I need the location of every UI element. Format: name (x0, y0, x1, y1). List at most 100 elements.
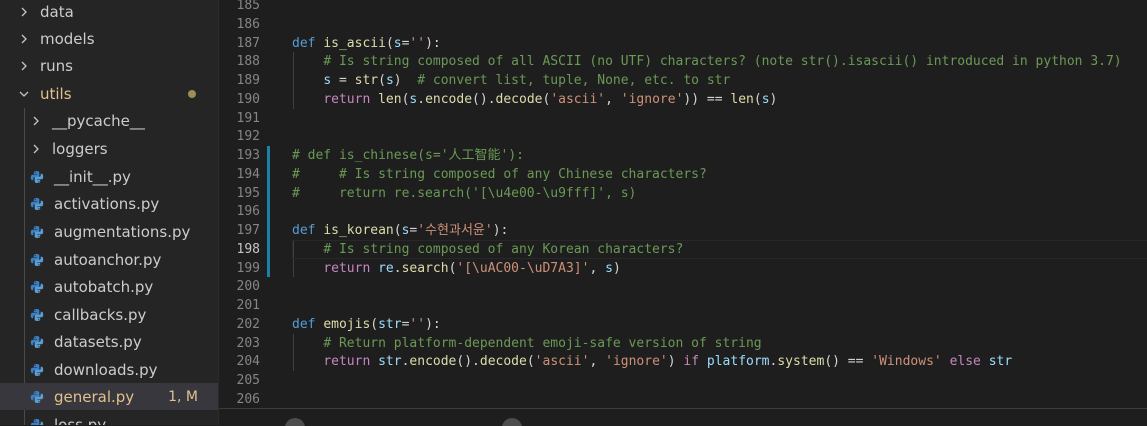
code-token: return (323, 354, 379, 370)
code-token: re (378, 260, 394, 276)
explorer-item-label: autobatch.py (54, 277, 154, 296)
explorer-file-downloads-py[interactable]: downloads.py (0, 356, 218, 383)
code-line[interactable]: 191 (219, 109, 1147, 128)
chevron-down-icon[interactable] (18, 89, 30, 99)
code-line[interactable]: 201 (219, 296, 1147, 315)
explorer-item-label: datasets.py (54, 332, 142, 351)
code-line[interactable]: 206 (219, 390, 1147, 409)
code-token: # def is_chinese(s='人工智能'): (292, 148, 525, 163)
explorer-folder-utils[interactable]: utils (0, 80, 218, 107)
code-line[interactable]: 196 (219, 202, 1147, 221)
chevron-right-icon[interactable] (30, 144, 42, 154)
code-line[interactable]: 199 return re.search('[\uAC00-\uD7A3]', … (219, 259, 1147, 278)
code-text: return len(s.encode().decode('ascii', 'i… (292, 90, 777, 109)
code-line[interactable]: 194 # # Is string composed of any Chinese… (219, 165, 1147, 184)
code-editor[interactable]: 185 186 187 def is_ascii(s=''): 188 # Is str… (219, 0, 1147, 410)
code-token: def (292, 35, 324, 51)
explorer-file-datasets-py[interactable]: datasets.py (0, 328, 218, 355)
explorer-item-label: general.py (54, 387, 135, 406)
code-token: platform (706, 354, 770, 370)
code-token: str (354, 73, 379, 88)
line-number: 202 (236, 316, 260, 332)
code-text: def is_ascii(s=''): (292, 34, 441, 53)
explorer-folder-models[interactable]: models (0, 25, 218, 52)
explorer-item-label: data (40, 2, 74, 21)
code-token: ( (370, 316, 379, 332)
code-text: # Is string composed of all ASCII (no UT… (292, 52, 1122, 71)
python-file-icon (30, 390, 44, 404)
code-token: if (683, 354, 707, 370)
code-line[interactable]: 192 (219, 127, 1147, 146)
line-number: 201 (236, 298, 260, 313)
line-number: 187 (236, 35, 260, 51)
explorer-file-init-py[interactable]: __init__.py (0, 163, 218, 190)
code-line[interactable]: 193 # def is_chinese(s='人工智能'): (219, 146, 1147, 165)
code-token: len (730, 91, 754, 107)
code-line[interactable]: 202 def emojis(str=''): (219, 315, 1147, 334)
code-token: # Return platform-dependent emoji-safe v… (323, 335, 762, 351)
code-token: # return re.search('[\u4e00-\u9fff]', s) (292, 185, 637, 201)
code-text: def is_korean(s='수현과서윤'): (292, 221, 508, 240)
explorer-item-label: loss.py (54, 415, 107, 426)
code-line[interactable]: 198 # Is string composed of any Korean c… (219, 239, 1147, 259)
explorer-folder-data[interactable]: data (0, 0, 218, 25)
code-line[interactable]: 205 (219, 371, 1147, 390)
code-line[interactable]: 188 # Is string composed of all ASCII (n… (219, 52, 1147, 71)
code-token: s (605, 260, 613, 276)
explorer-item-label: activations.py (54, 194, 160, 213)
code-token: . (417, 91, 426, 107)
code-token: . (393, 260, 402, 276)
code-token: '' (409, 35, 426, 51)
code-line[interactable]: 190 return len(s.encode().decode('ascii'… (219, 90, 1147, 109)
code-token: ) (667, 354, 684, 370)
python-file-icon (30, 335, 44, 349)
line-number: 193 (236, 148, 260, 163)
code-line[interactable]: 187 def is_ascii(s=''): (219, 34, 1147, 53)
code-line[interactable]: 203 # Return platform-dependent emoji-sa… (219, 334, 1147, 353)
code-token: ) (612, 260, 621, 276)
explorer-file-callbacks-py[interactable]: callbacks.py (0, 301, 218, 328)
code-token: ( (378, 73, 386, 88)
code-token: # convert list, tuple, None, etc. to str (417, 73, 731, 88)
explorer-folder-runs[interactable]: runs (0, 52, 218, 79)
explorer-folder-loggers[interactable]: loggers (0, 135, 218, 162)
chevron-right-icon[interactable] (30, 116, 42, 126)
code-token: # Is string composed of all ASCII (no UT… (323, 54, 1122, 70)
code-line[interactable]: 195 # return re.search('[\u4e00-\u9fff]',… (219, 184, 1147, 203)
code-token: str (988, 354, 1013, 370)
explorer-folder-pycache[interactable]: __pycache__ (0, 107, 218, 134)
code-line[interactable]: 204 return str.encode().decode('ascii', … (219, 352, 1147, 371)
explorer-file-general-py[interactable]: general.py 1, M (0, 383, 218, 410)
chevron-right-icon[interactable] (18, 61, 30, 71)
code-line[interactable]: 186 (219, 15, 1147, 34)
code-line[interactable]: 200 (219, 277, 1147, 296)
explorer-item-label: models (40, 29, 95, 48)
explorer-file-augmentations-py[interactable]: augmentations.py (0, 218, 218, 245)
code-text: return str.encode().decode('ascii', 'ign… (292, 352, 1012, 371)
panel-tab-strip (219, 408, 1147, 426)
explorer-file-loss-py[interactable]: loss.py (0, 411, 218, 425)
code-token: ( (526, 354, 535, 370)
code-token: str (378, 316, 402, 332)
explorer-file-autobatch-py[interactable]: autobatch.py (0, 273, 218, 300)
line-number: 199 (236, 260, 260, 276)
code-line[interactable]: 189 s = str(s) # convert list, tuple, No… (219, 71, 1147, 90)
line-number: 186 (236, 16, 260, 32)
python-file-icon (30, 197, 44, 211)
code-line[interactable]: 197 def is_korean(s='수현과서윤'): (219, 221, 1147, 240)
code-token: , (589, 260, 606, 276)
line-number: 192 (236, 129, 260, 145)
modified-dot-icon (188, 89, 196, 98)
chevron-right-icon[interactable] (18, 34, 30, 44)
chevron-right-icon[interactable] (18, 7, 30, 17)
code-text: s = str(s) # convert list, tuple, None, … (292, 71, 730, 90)
explorer-file-activations-py[interactable]: activations.py (0, 190, 218, 217)
code-token: s (323, 73, 332, 88)
explorer-file-autoanchor-py[interactable]: autoanchor.py (0, 246, 218, 273)
code-line[interactable]: 185 (219, 0, 1147, 15)
code-text: # return re.search('[\u4e00-\u9fff]', s) (292, 184, 636, 203)
code-token: '' (409, 316, 426, 332)
